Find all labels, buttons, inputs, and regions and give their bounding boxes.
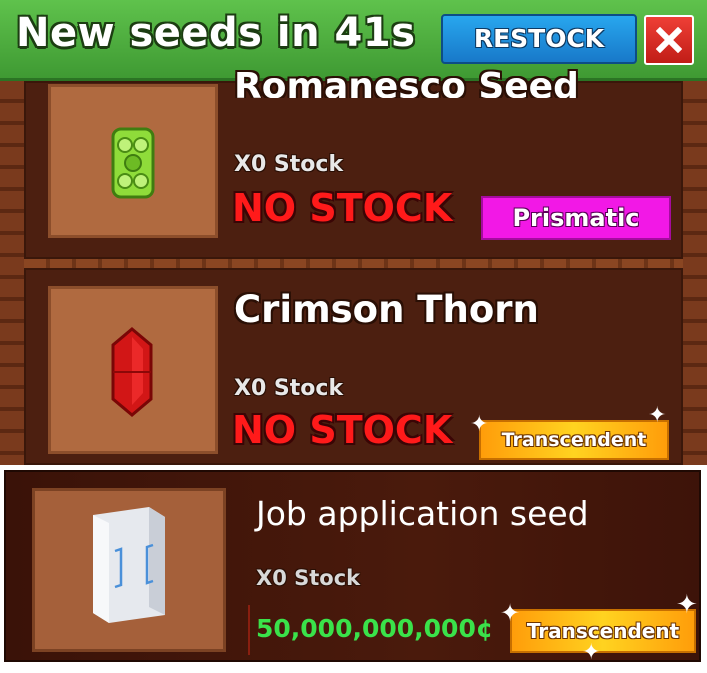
sparkle-icon: ✦ [470,412,489,437]
romanesco-seed-icon [111,127,155,199]
rarity-badge: Transcendent [479,420,669,460]
panel-frame-left [0,81,24,465]
close-icon [656,27,682,53]
seed-image-frame [32,488,226,652]
seed-image-frame [48,286,218,454]
sparkle-icon: ✦ [500,599,521,627]
seed-shop-screen: New seeds in 41s RESTOCK Romanesco Seed … [0,0,707,673]
crimson-thorn-seed-icon [111,327,153,417]
stock-count: X0 Stock [234,376,344,401]
sparkle-icon: ✦ [648,403,667,428]
panel-frame-right [683,81,707,465]
sparkle-icon: ✦ [676,590,698,620]
seed-name: Crimson Thorn [234,288,539,331]
sparkle-icon: ✦ [582,640,601,665]
restock-button[interactable]: RESTOCK [441,14,637,64]
seed-price: 50,000,000,000¢ [256,614,494,643]
rarity-badge: Prismatic [481,196,671,240]
seed-name: Job application seed [256,494,589,533]
rarity-badge: Transcendent [510,609,696,653]
stock-count: X0 Stock [256,566,361,590]
job-application-seed-icon [93,507,165,623]
seed-image-frame [48,84,218,238]
no-stock-label: NO STOCK [232,408,453,452]
seed-name: Romanesco Seed [234,66,579,98]
restock-timer-title: New seeds in 41s [16,10,416,56]
close-button[interactable] [644,15,694,65]
price-divider [248,605,250,655]
no-stock-label: NO STOCK [232,186,453,230]
item-divider [24,259,683,268]
stock-count: X0 Stock [234,152,344,177]
